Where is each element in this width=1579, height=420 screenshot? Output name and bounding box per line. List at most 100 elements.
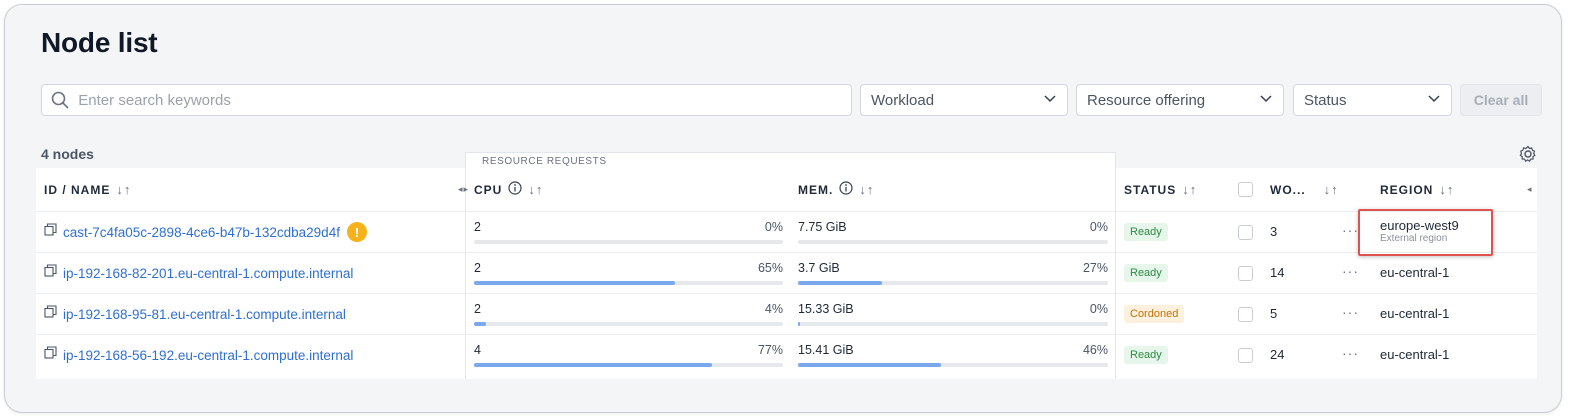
column-header-status[interactable]: STATUS ↓↑	[1124, 168, 1197, 211]
table-row[interactable]: ip-192-168-82-201.eu-central-1.compute.i…	[36, 252, 1537, 293]
mem-bar	[798, 363, 1108, 367]
table-row[interactable]: ip-192-168-56-192.eu-central-1.compute.i…	[36, 334, 1537, 375]
row-checkbox[interactable]	[1238, 307, 1253, 322]
mem-value: 7.75 GiB	[798, 220, 847, 234]
status-badge: Cordoned	[1124, 305, 1185, 323]
node-name-link[interactable]: ip-192-168-95-81.eu-central-1.compute.in…	[63, 307, 346, 322]
mem-value: 3.7 GiB	[798, 261, 840, 275]
mem-bar-fill	[798, 322, 800, 326]
clear-all-button[interactable]: Clear all	[1460, 84, 1542, 116]
cpu-percent: 65%	[757, 261, 783, 275]
mem-percent: 46%	[1082, 343, 1108, 357]
more-options-icon[interactable]: ···	[1342, 263, 1359, 279]
column-header-region[interactable]: REGION ↓↑	[1380, 168, 1454, 211]
copy-icon[interactable]	[44, 223, 57, 241]
node-name-link[interactable]: ip-192-168-56-192.eu-central-1.compute.i…	[63, 348, 353, 363]
copy-icon[interactable]	[44, 346, 57, 364]
column-resize-handle[interactable]: ◂	[1527, 168, 1533, 211]
sort-icon[interactable]: ↓↑	[1324, 182, 1339, 197]
column-resize-handle[interactable]: ◂▸	[458, 168, 469, 211]
column-header-workloads[interactable]: WO... ↓↑	[1270, 168, 1339, 211]
mem-percent: 0%	[1089, 220, 1108, 234]
column-header-mem-label: MEM.	[798, 182, 834, 197]
more-options-icon[interactable]: ···	[1342, 304, 1359, 320]
mem-bar-fill	[798, 281, 882, 285]
row-checkbox[interactable]	[1238, 348, 1253, 363]
cpu-value: 2	[474, 302, 481, 316]
column-header-workloads-label: WO...	[1270, 182, 1306, 197]
workload-count: 24	[1270, 347, 1285, 362]
more-options-icon[interactable]: ···	[1342, 345, 1359, 361]
status-badge: Ready	[1124, 346, 1168, 364]
mem-value: 15.41 GiB	[798, 343, 854, 357]
sort-icon[interactable]: ↓↑	[859, 182, 874, 197]
info-icon[interactable]	[508, 181, 522, 198]
mem-bar	[798, 281, 1108, 285]
workload-count: 5	[1270, 306, 1278, 321]
cpu-percent: 0%	[764, 220, 783, 234]
warning-icon[interactable]: !	[346, 222, 367, 242]
cpu-bar-fill	[474, 322, 487, 326]
region-name: eu-central-1	[1380, 347, 1450, 362]
cpu-bar	[474, 281, 783, 285]
mem-value: 15.33 GiB	[798, 302, 854, 316]
mem-percent: 0%	[1089, 302, 1108, 316]
chevron-down-icon	[1043, 91, 1057, 109]
workload-count: 14	[1270, 265, 1285, 280]
workload-select-label: Workload	[871, 91, 935, 109]
row-checkbox[interactable]	[1238, 225, 1253, 240]
node-name-link[interactable]: cast-7c4fa05c-2898-4ce6-b47b-132cdba29d4…	[63, 225, 340, 240]
sort-icon[interactable]: ↓↑	[1439, 182, 1454, 197]
search-box[interactable]	[41, 84, 852, 116]
column-header-cpu-label: CPU	[474, 182, 503, 197]
region-name: eu-central-1	[1380, 265, 1450, 280]
sort-icon[interactable]: ↓↑	[116, 182, 131, 197]
table-row[interactable]: ip-192-168-95-81.eu-central-1.compute.in…	[36, 293, 1537, 334]
cpu-percent: 77%	[757, 343, 783, 357]
mem-bar	[798, 240, 1108, 244]
mem-percent: 27%	[1082, 261, 1108, 275]
cpu-value: 2	[474, 261, 481, 275]
workload-count: 3	[1270, 224, 1278, 239]
select-all-checkbox[interactable]	[1238, 168, 1253, 211]
mem-bar	[798, 322, 1108, 326]
copy-icon[interactable]	[44, 305, 57, 323]
cpu-bar	[474, 240, 783, 244]
cpu-value: 4	[474, 343, 481, 357]
column-header-cpu[interactable]: CPU ↓↑	[474, 168, 543, 211]
workload-select[interactable]: Workload	[860, 84, 1068, 116]
resource-offering-label: Resource offering	[1087, 91, 1206, 109]
gear-icon[interactable]	[1518, 144, 1538, 169]
cpu-percent: 4%	[764, 302, 783, 316]
cpu-bar-fill	[474, 363, 712, 367]
column-header-name-label: ID / NAME	[44, 182, 111, 197]
table-row[interactable]: cast-7c4fa05c-2898-4ce6-b47b-132cdba29d4…	[36, 211, 1537, 252]
region-highlight-box	[1358, 209, 1493, 256]
column-header-region-label: REGION	[1380, 182, 1434, 197]
mem-bar-fill	[798, 363, 941, 367]
cpu-value: 2	[474, 220, 481, 234]
cpu-bar	[474, 363, 783, 367]
status-select[interactable]: Status	[1293, 84, 1452, 116]
resource-requests-group-header: RESOURCE REQUESTS	[465, 152, 1116, 169]
chevron-down-icon	[1427, 91, 1441, 109]
sort-icon[interactable]: ↓↑	[528, 182, 543, 197]
row-checkbox[interactable]	[1238, 266, 1253, 281]
node-name-link[interactable]: ip-192-168-82-201.eu-central-1.compute.i…	[63, 266, 353, 281]
copy-icon[interactable]	[44, 264, 57, 282]
column-header-mem[interactable]: MEM. ↓↑	[798, 168, 874, 211]
status-select-label: Status	[1304, 91, 1347, 109]
status-badge: Ready	[1124, 223, 1168, 241]
info-icon[interactable]	[839, 181, 853, 198]
column-header-name[interactable]: ID / NAME ↓↑	[44, 168, 131, 211]
search-icon	[42, 91, 78, 109]
node-table: ID / NAME ↓↑ ◂▸ CPU ↓↑ MEM. ↓↑ STATUS ↓↑…	[36, 168, 1537, 379]
node-count: 4 nodes	[41, 146, 94, 162]
more-options-icon[interactable]: ···	[1342, 222, 1359, 238]
column-header-status-label: STATUS	[1124, 182, 1177, 197]
search-input[interactable]	[78, 91, 851, 109]
sort-icon[interactable]: ↓↑	[1182, 182, 1197, 197]
status-badge: Ready	[1124, 264, 1168, 282]
region-name: eu-central-1	[1380, 306, 1450, 321]
resource-offering-select[interactable]: Resource offering	[1076, 84, 1284, 116]
